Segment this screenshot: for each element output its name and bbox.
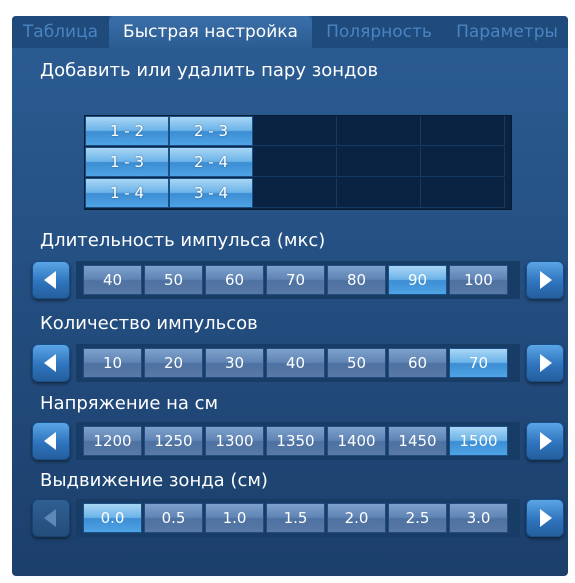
pulse-duration-option[interactable]: 60 xyxy=(205,265,264,295)
probe-extension-prev-button[interactable] xyxy=(32,499,70,537)
probe-pair-cell-empty[interactable] xyxy=(253,178,337,208)
probe-pair-cell[interactable]: 2 - 4 xyxy=(169,147,253,177)
probe-pair-cell-empty[interactable] xyxy=(337,116,421,146)
pulse-count-title: Количество импульсов xyxy=(40,313,258,334)
arrow-left-icon xyxy=(44,354,56,372)
pulse-duration-prev-button[interactable] xyxy=(32,261,70,299)
pulse-duration-row: 40 50 60 70 80 90 100 xyxy=(32,261,564,305)
arrow-right-icon xyxy=(540,432,552,450)
voltage-prev-button[interactable] xyxy=(32,422,70,460)
probe-extension-option[interactable]: 1.5 xyxy=(266,503,325,533)
pulse-count-option[interactable]: 10 xyxy=(83,348,142,378)
pulse-count-option[interactable]: 20 xyxy=(144,348,203,378)
pulse-count-option[interactable]: 30 xyxy=(205,348,264,378)
probe-extension-option[interactable]: 0.0 xyxy=(83,503,142,533)
voltage-title: Напряжение на см xyxy=(40,393,219,414)
pulse-duration-option[interactable]: 50 xyxy=(144,265,203,295)
probe-pair-cell-empty[interactable] xyxy=(337,178,421,208)
pulse-count-prev-button[interactable] xyxy=(32,344,70,382)
pulse-count-option[interactable]: 40 xyxy=(266,348,325,378)
arrow-left-icon xyxy=(44,271,56,289)
voltage-row: 1200 1250 1300 1350 1400 1450 1500 xyxy=(32,422,564,466)
probe-extension-option[interactable]: 0.5 xyxy=(144,503,203,533)
probe-pairs-grid: 1 - 2 2 - 3 1 - 3 2 - 4 1 - 4 3 - 4 xyxy=(84,115,512,210)
voltage-option[interactable]: 1200 xyxy=(83,426,142,456)
pulse-count-row: 10 20 30 40 50 60 70 xyxy=(32,344,564,388)
pulse-duration-option[interactable]: 100 xyxy=(449,265,508,295)
quick-setup-panel: Таблица Быстрая настройка Полярность Пар… xyxy=(12,16,568,576)
voltage-option[interactable]: 1300 xyxy=(205,426,264,456)
tab-table[interactable]: Таблица xyxy=(12,16,109,48)
probe-pair-cell-empty[interactable] xyxy=(421,147,505,177)
pulse-duration-next-button[interactable] xyxy=(526,261,564,299)
probe-extension-title: Выдвижение зонда (см) xyxy=(40,470,268,491)
tab-polarity[interactable]: Полярность xyxy=(312,16,446,48)
probe-extension-option[interactable]: 2.0 xyxy=(327,503,386,533)
pulse-count-next-button[interactable] xyxy=(526,344,564,382)
probe-extension-next-button[interactable] xyxy=(526,499,564,537)
probe-pair-cell[interactable]: 1 - 3 xyxy=(85,147,169,177)
arrow-left-icon xyxy=(44,432,56,450)
probe-extension-row: 0.0 0.5 1.0 1.5 2.0 2.5 3.0 xyxy=(32,499,564,543)
tab-parameters[interactable]: Параметры xyxy=(446,16,568,48)
probe-extension-option[interactable]: 1.0 xyxy=(205,503,264,533)
voltage-next-button[interactable] xyxy=(526,422,564,460)
pulse-count-option[interactable]: 60 xyxy=(388,348,447,378)
arrow-right-icon xyxy=(540,354,552,372)
pulse-count-option[interactable]: 70 xyxy=(449,348,508,378)
pulse-duration-option[interactable]: 40 xyxy=(83,265,142,295)
probe-pair-cell[interactable]: 2 - 3 xyxy=(169,116,253,146)
pulse-duration-option[interactable]: 80 xyxy=(327,265,386,295)
tab-bar: Таблица Быстрая настройка Полярность Пар… xyxy=(12,16,568,48)
pulse-duration-option[interactable]: 70 xyxy=(266,265,325,295)
probe-pair-cell-empty[interactable] xyxy=(253,116,337,146)
probe-pair-cell-empty[interactable] xyxy=(337,147,421,177)
pulse-count-option[interactable]: 50 xyxy=(327,348,386,378)
probe-pair-cell[interactable]: 1 - 2 xyxy=(85,116,169,146)
probe-pairs-title: Добавить или удалить пару зондов xyxy=(40,60,379,81)
probe-pair-cell-empty[interactable] xyxy=(421,178,505,208)
arrow-left-icon xyxy=(44,509,56,527)
probe-pair-cell-empty[interactable] xyxy=(421,116,505,146)
probe-pair-cell[interactable]: 3 - 4 xyxy=(169,178,253,208)
tab-quick-setup[interactable]: Быстрая настройка xyxy=(109,16,312,48)
arrow-right-icon xyxy=(540,509,552,527)
probe-pair-cell-empty[interactable] xyxy=(253,147,337,177)
voltage-option[interactable]: 1400 xyxy=(327,426,386,456)
arrow-right-icon xyxy=(540,271,552,289)
pulse-duration-option[interactable]: 90 xyxy=(388,265,447,295)
voltage-option[interactable]: 1250 xyxy=(144,426,203,456)
probe-pair-cell[interactable]: 1 - 4 xyxy=(85,178,169,208)
voltage-option[interactable]: 1500 xyxy=(449,426,508,456)
probe-extension-option[interactable]: 3.0 xyxy=(449,503,508,533)
probe-extension-option[interactable]: 2.5 xyxy=(388,503,447,533)
voltage-option[interactable]: 1350 xyxy=(266,426,325,456)
voltage-option[interactable]: 1450 xyxy=(388,426,447,456)
pulse-duration-title: Длительность импульса (мкс) xyxy=(40,230,326,251)
